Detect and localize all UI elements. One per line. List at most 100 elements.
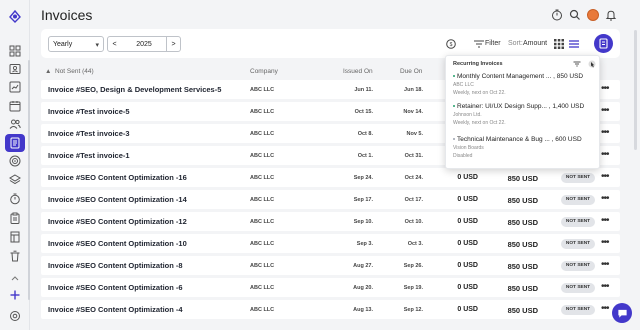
- table-row[interactable]: Invoice #SEO Content Optimization -4 ABC …: [41, 300, 620, 319]
- invoice-issued: Oct 8.: [357, 131, 373, 137]
- column-issued[interactable]: Issued On: [343, 68, 373, 75]
- popup-title: Recurring Invoices: [453, 61, 503, 67]
- table-row[interactable]: Invoice #SEO Content Optimization -14 ABC…: [41, 190, 620, 209]
- status-badge: NOT SENT: [561, 261, 595, 271]
- more-options-icon[interactable]: •••: [601, 127, 609, 138]
- ledger-icon[interactable]: [9, 231, 21, 243]
- search-icon[interactable]: [569, 9, 581, 21]
- timer-icon[interactable]: [551, 9, 563, 21]
- new-invoice-button[interactable]: [594, 34, 613, 53]
- chart-icon[interactable]: [9, 81, 21, 93]
- status-badge: NOT SENT: [561, 217, 595, 227]
- filter-button[interactable]: Filter: [485, 40, 501, 47]
- more-options-icon[interactable]: •••: [601, 237, 609, 248]
- calendar-icon[interactable]: [9, 100, 21, 112]
- target-icon[interactable]: [9, 155, 21, 167]
- next-year-button[interactable]: >: [166, 36, 181, 52]
- grid-view-icon[interactable]: [553, 38, 565, 50]
- invoice-title[interactable]: Invoice #SEO Content Optimization -4: [48, 305, 183, 314]
- recurring-item[interactable]: Technical Maintenance & Bug ... , 600 US…: [453, 136, 593, 159]
- recurring-item[interactable]: Retainer: UI/UX Design Supp... , 1,400 U…: [453, 103, 593, 126]
- invoice-paid: 0 USD: [457, 174, 478, 181]
- list-view-icon[interactable]: [568, 38, 580, 50]
- invoice-due: Oct 24.: [404, 175, 423, 181]
- table-row[interactable]: Invoice #SEO Content Optimization -12 ABC…: [41, 212, 620, 231]
- invoice-amount: 850 USD: [507, 262, 538, 271]
- table-row[interactable]: Invoice #SEO Content Optimization -8 ABC …: [41, 256, 620, 275]
- contact-card-icon[interactable]: [9, 63, 21, 75]
- group-label[interactable]: Not Sent (44): [55, 68, 94, 75]
- invoice-issued: Sep 24.: [353, 175, 373, 181]
- recurring-icon[interactable]: $: [445, 38, 457, 50]
- invoice-due: Sep 26.: [403, 263, 423, 269]
- column-due[interactable]: Due On: [400, 68, 422, 75]
- invoice-company: ABC LLC: [250, 307, 275, 313]
- invoice-company: ABC LLC: [250, 175, 275, 181]
- grid-icon[interactable]: [9, 45, 21, 57]
- recurring-schedule: Weekly, next on Oct 22.: [453, 90, 506, 96]
- recurring-client: Vision Boards: [453, 145, 484, 151]
- invoice-icon[interactable]: [9, 137, 21, 149]
- timer-icon[interactable]: [9, 193, 21, 205]
- more-options-icon[interactable]: •••: [601, 83, 609, 94]
- invoice-title[interactable]: Invoice #SEO Content Optimization -8: [48, 261, 183, 270]
- invoice-issued: Oct 1.: [357, 153, 373, 159]
- invoice-issued: Sep 3.: [356, 241, 373, 247]
- period-select-value: Yearly: [53, 41, 73, 48]
- more-options-icon[interactable]: •••: [601, 281, 609, 292]
- invoice-title[interactable]: Invoice #Test invoice-5: [48, 107, 130, 116]
- more-options-icon[interactable]: •••: [601, 193, 609, 204]
- more-options-icon[interactable]: •••: [601, 171, 609, 182]
- chevron-up-icon[interactable]: [9, 272, 21, 284]
- trash-icon[interactable]: [9, 250, 21, 262]
- recurring-client: ABC LLC: [453, 82, 474, 88]
- column-company[interactable]: Company: [250, 68, 278, 75]
- invoice-company: ABC LLC: [250, 131, 275, 137]
- invoice-title[interactable]: Invoice #SEO Content Optimization -12: [48, 217, 187, 226]
- invoice-company: ABC LLC: [250, 153, 275, 159]
- sidebar-scrollbar[interactable]: [28, 60, 30, 300]
- table-row[interactable]: Invoice #SEO Content Optimization -10 ABC…: [41, 234, 620, 253]
- bell-icon[interactable]: [605, 9, 617, 21]
- invoice-title[interactable]: Invoice #SEO Content Optimization -6: [48, 283, 183, 292]
- sort-button[interactable]: Amount: [523, 40, 547, 47]
- recurring-item[interactable]: Monthly Content Management ... , 850 USD…: [453, 73, 593, 96]
- recurring-client: Johnson Ltd.: [453, 112, 482, 118]
- more-options-icon[interactable]: •••: [601, 149, 609, 160]
- invoice-title[interactable]: Invoice #Test invoice-3: [48, 129, 130, 138]
- collapse-group-icon[interactable]: ▲: [45, 68, 51, 75]
- more-options-icon[interactable]: •••: [601, 105, 609, 116]
- clipboard-icon[interactable]: [9, 212, 21, 224]
- avatar[interactable]: [587, 9, 599, 21]
- filter-icon[interactable]: [573, 60, 581, 68]
- period-select[interactable]: Yearly ▾: [48, 36, 104, 52]
- invoice-title[interactable]: Invoice #SEO Content Optimization -16: [48, 173, 187, 182]
- filter-icon[interactable]: [473, 38, 485, 50]
- layers-icon[interactable]: [9, 174, 21, 186]
- invoice-title[interactable]: Invoice #SEO, Design & Development Servi…: [48, 85, 221, 94]
- table-row[interactable]: Invoice #SEO Content Optimization -6 ABC …: [41, 278, 620, 297]
- more-options-icon[interactable]: •••: [601, 303, 609, 314]
- chat-button[interactable]: [612, 303, 632, 323]
- main-scrollbar[interactable]: [634, 30, 637, 150]
- logo-icon[interactable]: [7, 8, 23, 24]
- cursor-icon: [588, 60, 596, 68]
- invoice-title[interactable]: Invoice #SEO Content Optimization -14: [48, 195, 187, 204]
- invoice-paid: 0 USD: [457, 218, 478, 225]
- table-row[interactable]: Invoice #SEO Content Optimization -16 ABC…: [41, 168, 620, 187]
- year-field[interactable]: 2025: [121, 36, 167, 52]
- invoice-company: ABC LLC: [250, 109, 275, 115]
- invoice-company: ABC LLC: [250, 241, 275, 247]
- invoice-amount: 850 USD: [507, 174, 538, 183]
- plus-icon[interactable]: [9, 289, 21, 301]
- invoice-issued: Sep 17.: [353, 197, 373, 203]
- more-options-icon[interactable]: •••: [601, 259, 609, 270]
- settings-icon[interactable]: [9, 310, 21, 322]
- invoice-due: Nov 14.: [403, 109, 423, 115]
- invoice-title[interactable]: Invoice #Test invoice-1: [48, 151, 130, 160]
- invoice-title[interactable]: Invoice #SEO Content Optimization -10: [48, 239, 187, 248]
- invoice-company: ABC LLC: [250, 285, 275, 291]
- prev-year-button[interactable]: <: [107, 36, 122, 52]
- users-icon[interactable]: [9, 118, 21, 130]
- more-options-icon[interactable]: •••: [601, 215, 609, 226]
